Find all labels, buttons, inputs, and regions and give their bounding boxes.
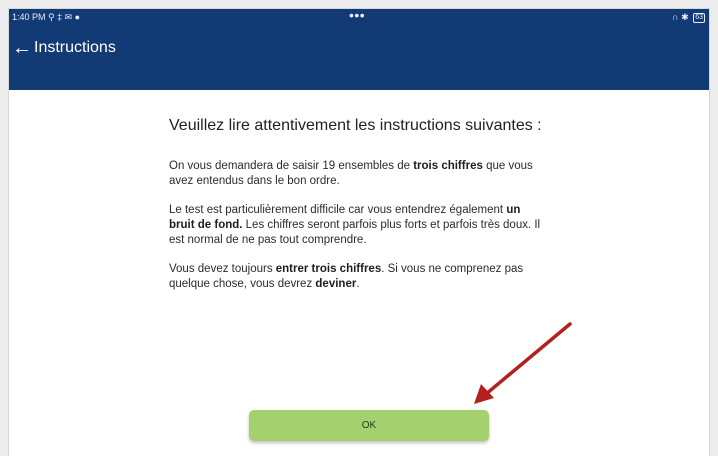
- instructions-heading: Veuillez lire attentivement les instruct…: [169, 117, 542, 134]
- app-screen: 1:40 PM ⚲ ‡ ✉ ● ••• ∩ ✱ 63 ← Instruction…: [9, 9, 709, 456]
- p1-bold: trois chiffres: [413, 160, 483, 172]
- p3-bold-1: entrer trois chiffres: [275, 263, 382, 275]
- p1-text-a: On vous demandera de saisir 19 ensembles…: [169, 160, 414, 172]
- instruction-paragraph-3: Vous devez toujours entrer trois chiffre…: [169, 262, 544, 292]
- app-bar: ← Instructions: [9, 25, 709, 90]
- status-bar-right: ∩ ✱ 63: [672, 9, 705, 25]
- arrow-back-icon[interactable]: ←: [12, 36, 32, 60]
- instruction-paragraph-1: On vous demandera de saisir 19 ensembles…: [169, 159, 544, 189]
- status-icons-left: ⚲ ‡ ✉ ●: [48, 12, 81, 22]
- status-bar-left: 1:40 PM ⚲ ‡ ✉ ●: [12, 9, 80, 25]
- instruction-paragraph-2: Le test est particulièrement difficile c…: [169, 203, 544, 248]
- p3-text-e: .: [356, 278, 360, 290]
- battery-icon: 63: [693, 12, 705, 23]
- instructions-content: Veuillez lire attentivement les instruct…: [169, 116, 544, 306]
- status-bar: 1:40 PM ⚲ ‡ ✉ ● ••• ∩ ✱ 63: [9, 9, 709, 25]
- p2-text-a: Le test est particulièrement difficile c…: [169, 204, 507, 216]
- status-time: 1:40 PM: [12, 12, 46, 22]
- ok-button[interactable]: OK: [249, 410, 489, 441]
- p3-bold-2: deviner: [315, 278, 357, 290]
- more-dots-icon: •••: [349, 9, 366, 23]
- p3-text-a: Vous devez toujours: [169, 263, 276, 275]
- headphones-bluetooth-icon: ∩ ✱: [672, 12, 689, 22]
- page-title: Instructions: [34, 39, 116, 56]
